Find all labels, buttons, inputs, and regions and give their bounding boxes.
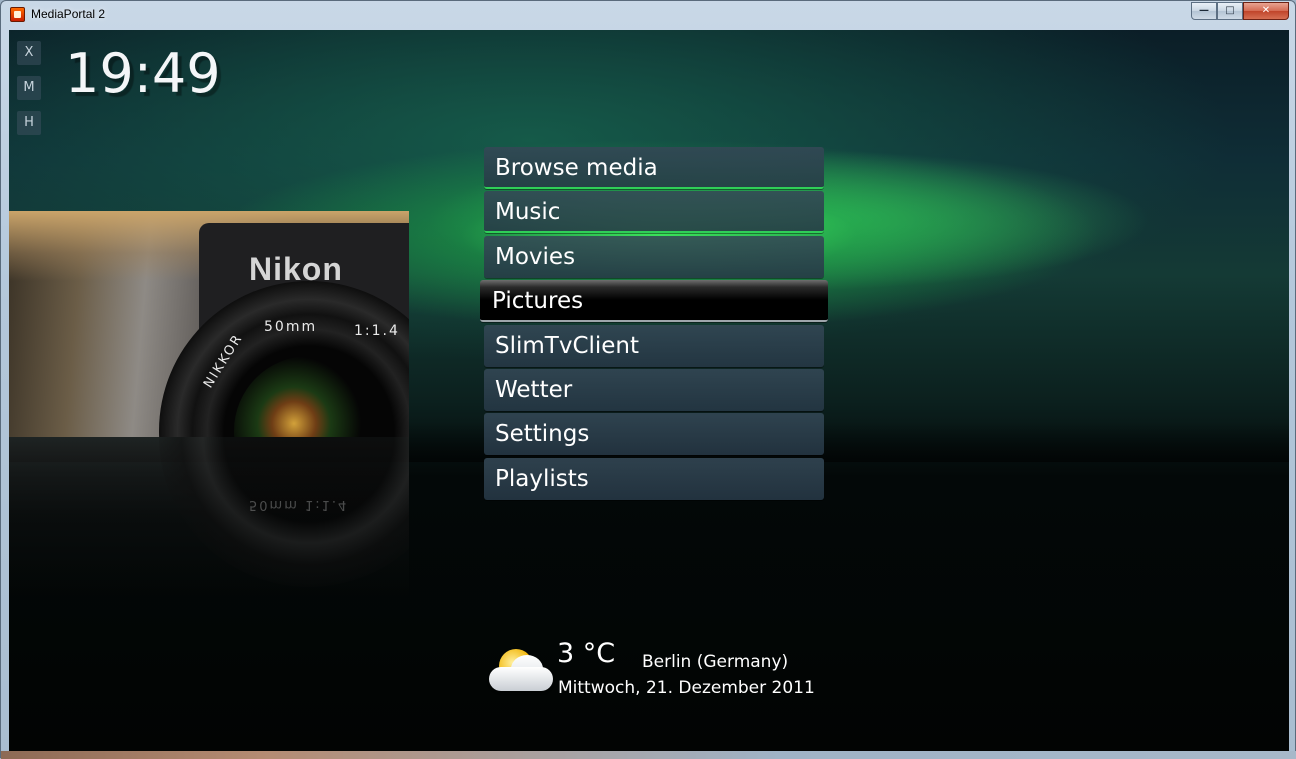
menu-item-browse-media[interactable]: Browse media xyxy=(484,147,824,189)
main-menu: Browse media Music Movies Pictures SlimT… xyxy=(480,147,828,502)
cloud-base xyxy=(489,667,553,691)
menu-item-settings[interactable]: Settings xyxy=(484,413,824,456)
menu-item-playlists[interactable]: Playlists xyxy=(484,457,824,500)
menu-preview-image: Nikon 50mm 1:1.4 NIKKOR xyxy=(9,211,409,437)
reflected-lens xyxy=(159,437,409,587)
exit-button[interactable]: X xyxy=(17,41,41,65)
menu-item-wetter[interactable]: Wetter xyxy=(484,368,824,411)
preview-reflection: 50mm 1:1.4 xyxy=(9,437,409,597)
close-button[interactable]: ✕ xyxy=(1243,2,1289,20)
side-button-strip: X M H xyxy=(17,41,41,146)
clock: 19:49 xyxy=(65,42,221,105)
app-window: MediaPortal 2 — □ ✕ X M H 19:49 Nikon 50… xyxy=(0,0,1296,759)
menu-item-movies[interactable]: Movies xyxy=(484,235,824,278)
minimize-app-button[interactable]: M xyxy=(17,76,41,100)
caption-buttons: — □ ✕ xyxy=(1191,2,1289,20)
weather-temperature: 3 °C xyxy=(557,638,616,669)
menu-item-slimtvclient[interactable]: SlimTvClient xyxy=(484,324,824,367)
menu-item-music[interactable]: Music xyxy=(484,191,824,234)
partly-cloudy-icon xyxy=(487,647,557,695)
current-date: Mittwoch, 21. Dezember 2011 xyxy=(558,678,815,698)
lens-focal-label: 50mm xyxy=(264,319,318,335)
media-center-screen: X M H 19:49 Nikon 50mm 1:1.4 NIKKOR 50mm… xyxy=(9,30,1289,751)
lens-aperture-label: 1:1.4 xyxy=(354,323,400,339)
home-button[interactable]: H xyxy=(17,111,41,135)
minimize-button[interactable]: — xyxy=(1191,2,1217,20)
maximize-button[interactable]: □ xyxy=(1217,2,1243,20)
weather-location: Berlin (Germany) xyxy=(642,652,789,672)
title-bar[interactable]: MediaPortal 2 — □ ✕ xyxy=(1,1,1296,30)
app-icon xyxy=(10,7,25,22)
window-title: MediaPortal 2 xyxy=(31,7,106,21)
menu-item-pictures[interactable]: Pictures xyxy=(480,280,828,323)
reflected-lens-label: 50mm 1:1.4 xyxy=(249,497,349,512)
